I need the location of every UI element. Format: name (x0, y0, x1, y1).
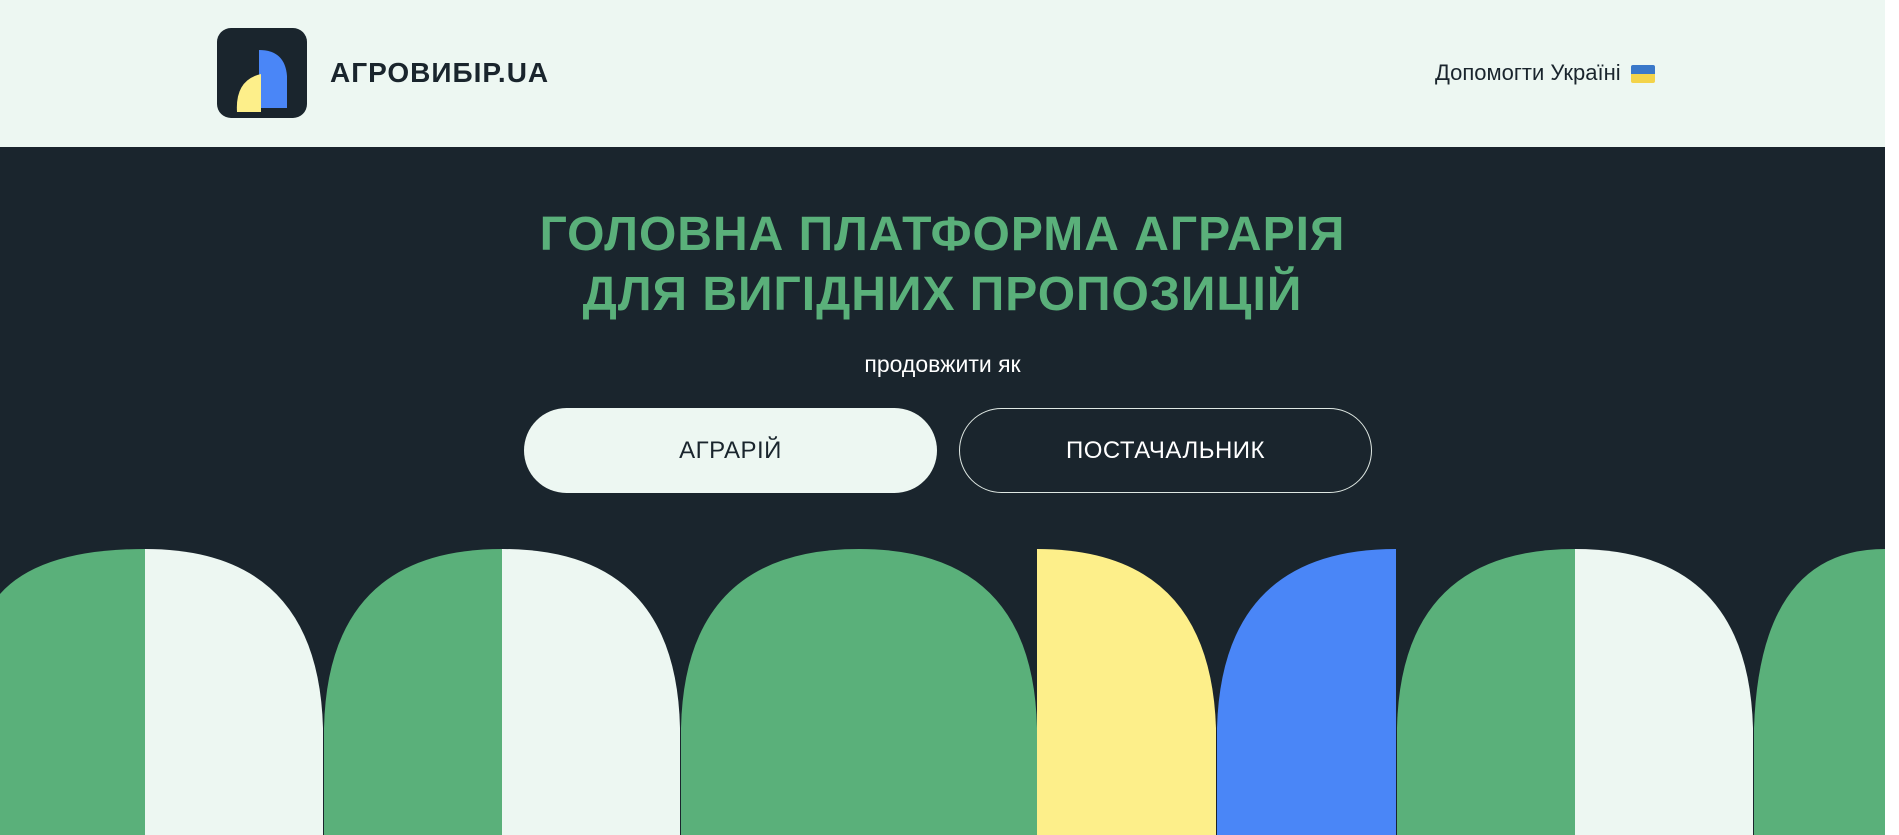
decorative-shape (1397, 549, 1575, 835)
decorative-shape (1575, 549, 1753, 835)
page: АГРОВИБІР.UA Допомогти Україні ГОЛОВНА П… (0, 0, 1899, 835)
decorative-shape (324, 549, 502, 835)
supplier-button[interactable]: ПОСТАЧАЛЬНИК (959, 408, 1372, 493)
brand-name: АГРОВИБІР.UA (330, 57, 550, 88)
decorative-shape (1037, 549, 1216, 835)
headline-line-1: ГОЛОВНА ПЛАТФОРМА АГРАРІЯ (539, 208, 1346, 261)
continue-as-label: продовжити як (864, 351, 1021, 377)
farmer-button[interactable]: АГРАРІЙ (524, 408, 937, 493)
help-ukraine-label: Допомогти Україні (1435, 60, 1621, 85)
help-ukraine-link[interactable]: Допомогти Україні (1435, 59, 1655, 87)
site-header: АГРОВИБІР.UA Допомогти Україні (0, 0, 1885, 147)
decorative-shape (145, 549, 323, 835)
headline-line-2: ДЛЯ ВИГІДНИХ ПРОПОЗИЦІЙ (582, 268, 1303, 321)
decorative-shape (502, 549, 680, 835)
logo-link[interactable] (217, 28, 307, 118)
decorative-shape (859, 549, 1037, 835)
scrollbar-track[interactable] (1885, 0, 1899, 835)
decorative-shapes-band (0, 549, 1885, 835)
decorative-shape (681, 549, 859, 835)
decorative-shape (1217, 549, 1396, 835)
hero-headline: ГОЛОВНА ПЛАТФОРМА АГРАРІЯ ДЛЯ ВИГІДНИХ П… (0, 205, 1885, 325)
agrovybir-logo-icon (236, 50, 287, 112)
decorative-shape (1754, 549, 1885, 835)
decorative-shape (0, 549, 145, 835)
ukraine-flag-icon (1630, 65, 1655, 83)
